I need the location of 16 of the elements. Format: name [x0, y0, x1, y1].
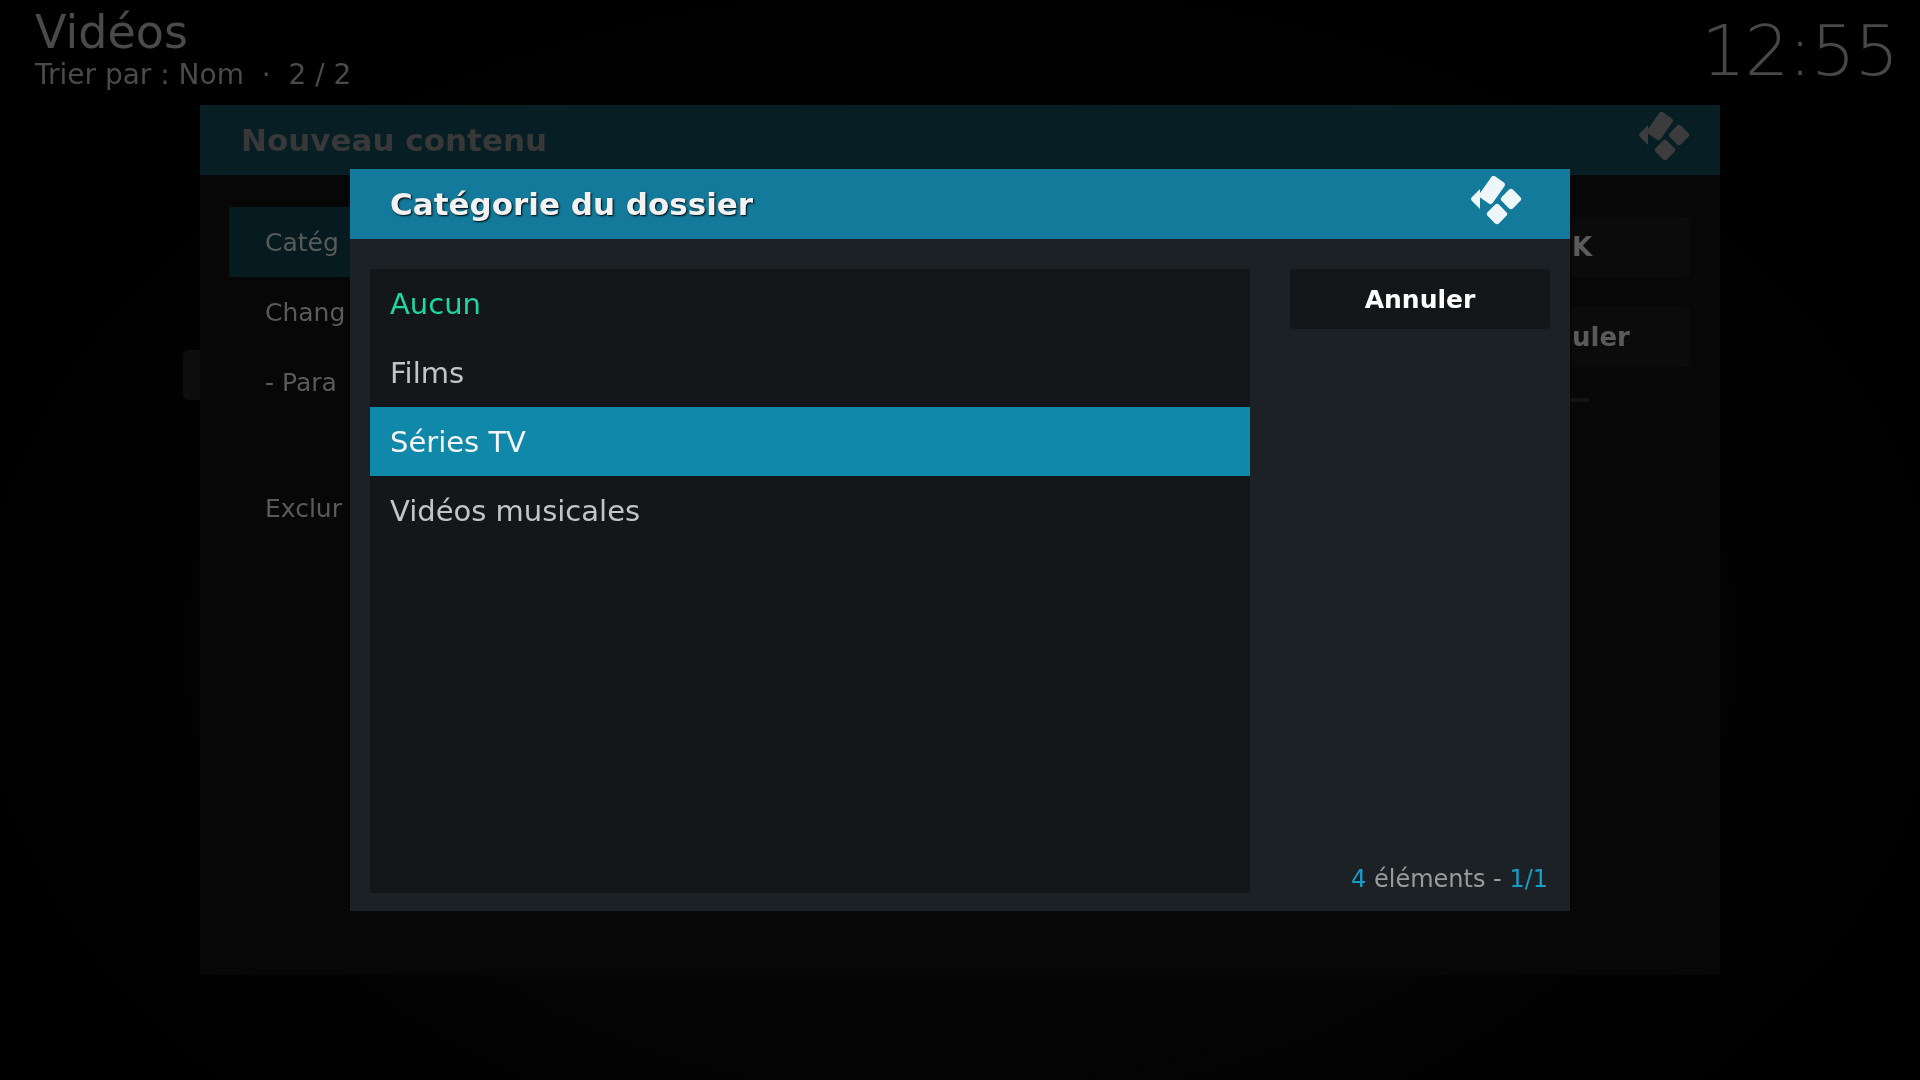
menu-item[interactable]: Catég [229, 207, 350, 277]
clock: 12:55 [1701, 10, 1898, 92]
list-item[interactable]: Vidéos musicales [370, 476, 1250, 545]
sort-label: Trier par : Nom · 2 / 2 [35, 58, 352, 92]
list-item[interactable]: Films [370, 338, 1250, 407]
dialog-button[interactable]: uler [1572, 307, 1690, 367]
menu-item[interactable]: - Para [229, 347, 350, 417]
dialog-button[interactable]: K [1572, 217, 1690, 277]
menu-item[interactable]: Exclur [229, 473, 350, 543]
list-item[interactable]: Séries TV [370, 407, 1250, 476]
menu-item[interactable]: Chang [229, 277, 350, 347]
list-item[interactable]: Aucun [370, 269, 1250, 338]
window-title: Vidéos [35, 6, 189, 58]
dialog-title: Catégorie du dossier [390, 186, 754, 222]
item-count: 4 éléments - 1/1 [1351, 865, 1548, 893]
cancel-button[interactable]: Annuler [1290, 269, 1550, 329]
